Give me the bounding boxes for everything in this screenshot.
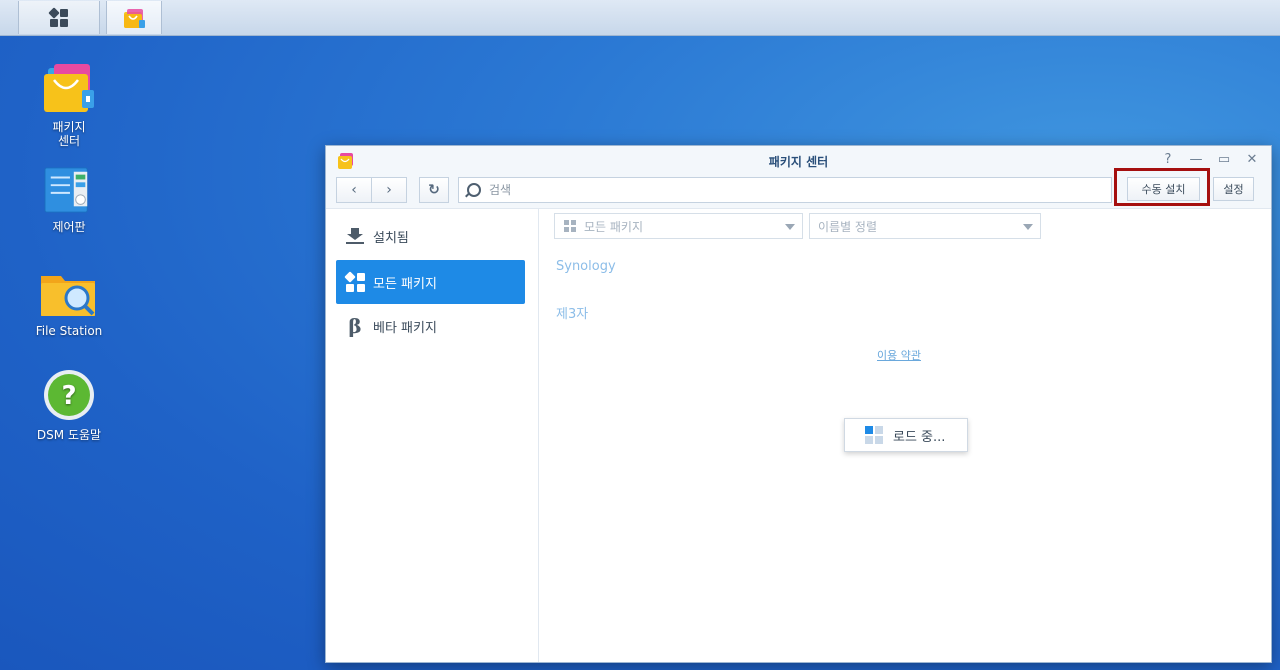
desktop-icon-control-panel[interactable]: 제어판 [24,166,114,234]
sidebar-item-label: 설치됨 [373,230,409,246]
chevron-right-icon: › [386,182,392,198]
taskbar [0,0,1280,36]
chevron-down-icon [785,224,795,230]
loading-icon [865,426,883,444]
sidebar-item-label: 베타 패키지 [373,320,437,336]
maximize-icon[interactable]: ▭ [1217,152,1231,167]
chevron-down-icon [1023,224,1033,230]
package-center-icon [44,64,94,112]
search-icon [467,183,481,197]
package-center-window: 패키지 센터 ? — ▭ ✕ ‹ › ↻ 수동 설치 설정 설치됨 모든 패키지 [325,145,1272,663]
desktop-icon-file-station[interactable]: File Station [24,268,114,338]
filter-dropdown-value: 모든 패키지 [584,219,644,234]
sidebar-item-beta-packages[interactable]: β 베타 패키지 [336,304,525,348]
grid-icon [343,270,365,292]
loading-indicator: 로드 중... [844,418,968,452]
terms-link[interactable]: 이용 약관 [877,347,921,363]
grid-icon [564,220,576,232]
grid-icon [48,6,68,27]
refresh-button[interactable]: ↻ [419,177,449,203]
search-input[interactable] [487,182,1091,198]
refresh-icon: ↻ [428,182,440,198]
desktop-icon-dsm-help[interactable]: ? DSM 도움말 [24,368,114,442]
section-title-third-party: 제3자 [556,307,589,322]
close-icon[interactable]: ✕ [1245,152,1259,167]
sidebar: 설치됨 모든 패키지 β 베타 패키지 [326,209,539,662]
sidebar-item-label: 모든 패키지 [373,276,437,292]
forward-button[interactable]: › [372,177,407,203]
folder-search-icon [41,276,95,316]
desktop-icon-label: 제어판 [52,220,86,234]
help-icon: ? [44,370,94,420]
window-toolbar: ‹ › ↻ 수동 설치 설정 [326,168,1271,209]
desktop-icon-package-center[interactable]: 패키지 센터 [24,60,114,148]
filter-dropdown[interactable]: 모든 패키지 [554,213,803,239]
sidebar-item-all-packages[interactable]: 모든 패키지 [336,260,525,304]
sort-dropdown-value: 이름별 정렬 [818,219,878,234]
control-panel-icon [44,167,88,213]
search-box[interactable] [458,177,1112,203]
back-button[interactable]: ‹ [336,177,372,203]
manual-install-button[interactable]: 수동 설치 [1127,177,1200,201]
beta-icon: β [348,314,362,338]
desktop-icon-label: DSM 도움말 [36,428,102,442]
minimize-icon[interactable]: — [1189,152,1203,167]
settings-button[interactable]: 설정 [1213,177,1254,201]
main-content: 모든 패키지 이름별 정렬 Synology 제3자 이용 약관 로드 중... [539,209,1271,662]
loading-text: 로드 중... [893,429,946,445]
section-title-synology: Synology [556,259,616,274]
desktop-icon-label: 패키지 센터 [52,120,86,148]
chevron-left-icon: ‹ [351,182,357,198]
package-center-icon [124,8,145,28]
svg-text:?: ? [61,381,76,411]
download-icon [345,228,365,244]
sort-dropdown[interactable]: 이름별 정렬 [809,213,1041,239]
main-menu-button[interactable] [18,1,100,34]
taskbar-package-center-button[interactable] [106,1,162,34]
help-icon[interactable]: ? [1161,152,1175,167]
sidebar-item-installed[interactable]: 설치됨 [336,214,525,258]
desktop-icon-label: File Station [35,324,103,338]
